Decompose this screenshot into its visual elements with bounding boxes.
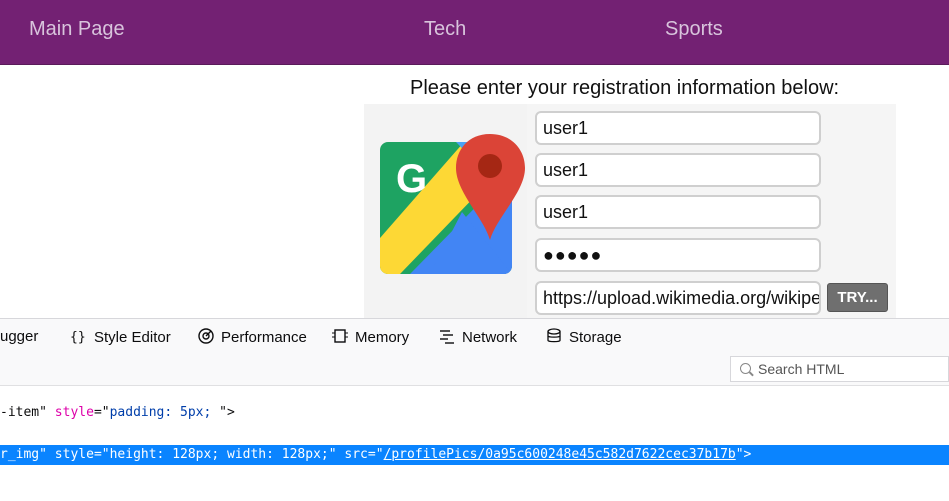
search-placeholder: Search HTML	[758, 361, 845, 377]
attr-value: padding: 5px;	[109, 405, 220, 420]
tab-debugger[interactable]: ugger	[0, 328, 38, 345]
network-icon	[438, 328, 456, 344]
code-text: r_img"	[0, 447, 55, 462]
code-text: -item"	[0, 405, 55, 420]
registration-heading: Please enter your registration informati…	[410, 77, 840, 99]
try-button[interactable]: TRY...	[827, 283, 888, 312]
top-nav: Main Page Tech Sports	[0, 0, 949, 65]
tab-label: ugger	[0, 328, 39, 345]
password-field[interactable]: ●●●●●	[535, 238, 821, 272]
profile-pic-url-field[interactable]: https://upload.wikimedia.org/wikipe	[535, 281, 821, 315]
google-maps-logo-icon: G	[380, 134, 525, 274]
storage-icon	[545, 328, 563, 344]
devtools-toolbar: ugger {} Style Editor Performance Memory …	[0, 318, 949, 357]
src-link[interactable]: /profilePics/0a95c600248e45c582d7622cec3…	[384, 447, 736, 462]
svg-text:{}: {}	[70, 330, 86, 344]
tab-label: Memory	[355, 329, 410, 346]
selected-markup-line[interactable]: r_img" style="height: 128px; width: 128p…	[0, 445, 949, 465]
tab-label: Network	[462, 329, 518, 346]
nav-tech[interactable]: Tech	[424, 18, 466, 41]
code-text: ">	[735, 447, 752, 462]
username-field[interactable]: user1	[535, 111, 821, 145]
style-editor-icon: {}	[70, 328, 88, 345]
attr-value: ="height: 128px; width: 128px;"	[93, 447, 345, 462]
markup-line[interactable]: -item" style="padding: 5px; ">	[0, 405, 235, 420]
code-text: ="	[367, 447, 384, 462]
tab-storage[interactable]: Storage	[545, 328, 622, 346]
first-name-field[interactable]: user1	[535, 153, 821, 187]
memory-icon	[331, 328, 349, 344]
svg-text:G: G	[396, 157, 427, 201]
tab-label: Style Editor	[94, 329, 171, 346]
code-text: ="	[93, 405, 110, 420]
nav-sports[interactable]: Sports	[665, 18, 723, 41]
tab-memory[interactable]: Memory	[331, 328, 409, 346]
search-html-input[interactable]: Search HTML	[730, 356, 949, 382]
tab-performance[interactable]: Performance	[197, 328, 307, 346]
attr-name: src	[344, 447, 368, 462]
last-name-field[interactable]: user1	[535, 195, 821, 229]
performance-icon	[197, 328, 215, 344]
tab-label: Performance	[221, 329, 307, 346]
attr-name: style	[54, 447, 94, 462]
tab-style-editor[interactable]: {} Style Editor	[70, 328, 171, 346]
tab-network[interactable]: Network	[438, 328, 517, 346]
search-icon	[740, 363, 751, 374]
nav-main-page[interactable]: Main Page	[29, 18, 125, 41]
code-text: ">	[219, 405, 235, 420]
attr-name: style	[54, 405, 94, 420]
tab-label: Storage	[569, 329, 622, 346]
